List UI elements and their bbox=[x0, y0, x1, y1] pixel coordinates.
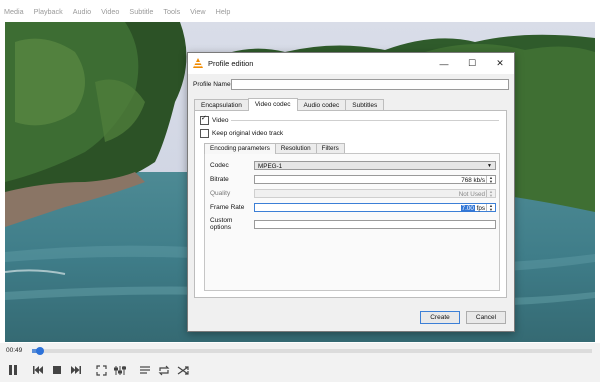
playlist-icon bbox=[140, 366, 150, 374]
bitrate-spinbox[interactable]: 768 kb/s ▲ ▼ bbox=[254, 175, 496, 184]
video-checkbox-label: Video bbox=[212, 117, 229, 124]
frame-rate-unit: fps bbox=[474, 205, 485, 212]
frame-rate-spinbox[interactable]: 7.00 fps ▲ ▼ bbox=[254, 203, 496, 212]
pause-icon bbox=[9, 365, 17, 375]
video-group-divider bbox=[231, 120, 499, 121]
spin-arrows-icon: ▲ ▼ bbox=[486, 190, 495, 197]
frame-rate-row: Frame Rate 7.00 fps ▲ ▼ bbox=[210, 203, 496, 212]
profile-name-label: Profile Name bbox=[193, 81, 231, 88]
pause-button[interactable] bbox=[4, 362, 22, 378]
codec-select[interactable]: MPEG-1 ▼ bbox=[254, 161, 496, 170]
extended-settings-icon bbox=[114, 365, 126, 375]
frame-rate-selected-number: 7.00 bbox=[460, 205, 475, 212]
seek-bar[interactable] bbox=[32, 347, 592, 355]
previous-button[interactable] bbox=[29, 362, 47, 378]
keep-original-label: Keep original video track bbox=[212, 130, 284, 137]
menu-view[interactable]: View bbox=[190, 7, 205, 16]
loop-icon bbox=[158, 365, 170, 375]
control-bar bbox=[0, 358, 600, 382]
frame-rate-label: Frame Rate bbox=[210, 204, 245, 211]
close-button[interactable]: ✕ bbox=[486, 53, 514, 74]
bitrate-value: 768 kb/s bbox=[461, 177, 485, 184]
vlc-cone-icon bbox=[193, 58, 203, 68]
menu-audio[interactable]: Audio bbox=[73, 7, 91, 16]
cancel-button[interactable]: Cancel bbox=[466, 311, 506, 324]
profile-edition-dialog: Profile edition — ☐ ✕ Profile Name Encap… bbox=[187, 52, 515, 332]
custom-options-input[interactable] bbox=[254, 219, 496, 229]
dialog-titlebar[interactable]: Profile edition — ☐ ✕ bbox=[188, 53, 514, 74]
maximize-button[interactable]: ☐ bbox=[458, 53, 486, 74]
loop-button[interactable] bbox=[155, 362, 173, 378]
quality-spinbox: Not Used ▲ ▼ bbox=[254, 189, 496, 198]
profile-name-input[interactable] bbox=[231, 79, 509, 90]
video-codec-panel: Video Keep original video track Encoding… bbox=[194, 110, 507, 298]
shuffle-button[interactable] bbox=[174, 362, 192, 378]
create-button[interactable]: Create bbox=[420, 311, 460, 324]
menu-tools[interactable]: Tools bbox=[163, 7, 180, 16]
bitrate-row: Bitrate 768 kb/s ▲ ▼ bbox=[210, 175, 496, 184]
shuffle-icon bbox=[177, 365, 189, 375]
menu-subtitle[interactable]: Subtitle bbox=[129, 7, 153, 16]
spin-arrows-icon[interactable]: ▲ ▼ bbox=[486, 204, 495, 211]
spin-arrows-icon[interactable]: ▲ ▼ bbox=[486, 176, 495, 183]
menu-playback[interactable]: Playback bbox=[34, 7, 63, 16]
previous-icon bbox=[33, 366, 43, 374]
video-checkbox-row[interactable]: Video bbox=[200, 114, 229, 125]
dialog-title: Profile edition bbox=[208, 59, 254, 68]
chevron-down-icon: ▼ bbox=[487, 163, 492, 169]
next-icon bbox=[71, 366, 81, 374]
menu-media[interactable]: Media bbox=[4, 7, 24, 16]
custom-options-label: Custom options bbox=[210, 217, 233, 231]
extended-settings-button[interactable] bbox=[111, 362, 129, 378]
frame-rate-value: 7.00 fps bbox=[460, 204, 485, 213]
bitrate-label: Bitrate bbox=[210, 176, 229, 183]
encoding-parameters-panel: Codec MPEG-1 ▼ Bitrate 768 kb/s ▲ ▼ Quali… bbox=[204, 153, 500, 291]
fullscreen-icon bbox=[95, 364, 107, 376]
quality-value: Not Used bbox=[458, 191, 485, 198]
seek-handle[interactable] bbox=[36, 347, 45, 355]
playlist-button[interactable] bbox=[136, 362, 154, 378]
elapsed-time: 00:49 bbox=[6, 347, 23, 354]
menu-video[interactable]: Video bbox=[101, 7, 119, 16]
menubar: Media Playback Audio Video Subtitle Tool… bbox=[0, 0, 600, 22]
codec-row: Codec MPEG-1 ▼ bbox=[210, 161, 496, 170]
stop-icon bbox=[53, 366, 61, 374]
codec-value: MPEG-1 bbox=[258, 163, 283, 170]
subtab-encoding-parameters[interactable]: Encoding parameters bbox=[204, 143, 276, 154]
quality-label: Quality bbox=[210, 190, 231, 197]
custom-options-row: Custom options bbox=[210, 217, 496, 231]
menu-help[interactable]: Help bbox=[216, 7, 231, 16]
minimize-button[interactable]: — bbox=[430, 53, 458, 74]
tab-video-codec[interactable]: Video codec bbox=[247, 98, 298, 111]
quality-row: Quality Not Used ▲ ▼ bbox=[210, 189, 496, 198]
next-button[interactable] bbox=[67, 362, 85, 378]
keep-original-checkbox[interactable] bbox=[200, 129, 209, 138]
profile-name-row: Profile Name bbox=[193, 79, 509, 90]
seek-row: 00:49 bbox=[0, 343, 600, 358]
fullscreen-button[interactable] bbox=[92, 362, 110, 378]
keep-original-row[interactable]: Keep original video track bbox=[200, 129, 283, 138]
codec-label: Codec bbox=[210, 162, 229, 169]
video-checkbox[interactable] bbox=[200, 114, 209, 125]
stop-button[interactable] bbox=[48, 362, 66, 378]
